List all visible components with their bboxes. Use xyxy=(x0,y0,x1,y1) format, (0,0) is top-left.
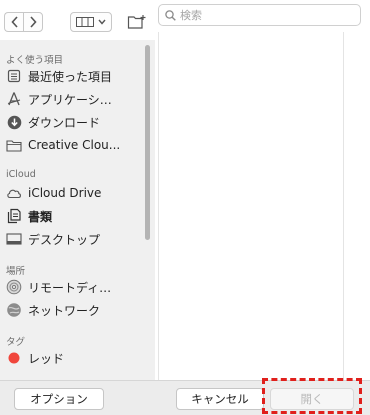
network-icon xyxy=(6,302,22,318)
chevron-down-icon xyxy=(98,19,106,25)
cloud-icon xyxy=(6,185,22,201)
red-tag-icon xyxy=(6,350,22,366)
open-button-highlight xyxy=(262,378,362,414)
desktop-icon xyxy=(6,231,22,247)
search-icon xyxy=(165,9,176,21)
folder-icon xyxy=(6,137,22,153)
browser-column-1[interactable] xyxy=(158,32,343,380)
new-folder-button[interactable] xyxy=(120,12,154,32)
remote-disc-icon xyxy=(6,279,22,295)
sidebar-item-network[interactable]: ネットワーク xyxy=(6,299,146,321)
forward-button[interactable] xyxy=(23,12,43,32)
chevron-right-icon xyxy=(30,16,37,28)
downloads-icon xyxy=(6,114,22,130)
section-tags-title: タグ xyxy=(6,337,26,348)
new-folder-icon xyxy=(127,15,146,29)
sidebar-item-creative-cloud[interactable]: Creative Clou... xyxy=(6,134,146,156)
browser-column-2[interactable] xyxy=(343,32,370,380)
documents-icon xyxy=(6,208,22,224)
file-open-dialog: 検索 よく使う項目 最近使った項目 アプリケーシ… ダウンロード Creativ… xyxy=(0,0,370,415)
columns-view-icon xyxy=(76,17,94,27)
sidebar-item-remote-disc[interactable]: リモートディ… xyxy=(6,276,146,298)
sidebar-item-desktop[interactable]: デスクトップ xyxy=(6,228,146,250)
toolbar xyxy=(0,0,155,40)
section-icloud-title: iCloud xyxy=(6,169,36,180)
sidebar-item-recents[interactable]: 最近使った項目 xyxy=(6,65,146,87)
sidebar-item-applications[interactable]: アプリケーシ… xyxy=(6,88,146,110)
sidebar-item-downloads[interactable]: ダウンロード xyxy=(6,111,146,133)
recents-icon xyxy=(6,68,22,84)
sidebar: よく使う項目 最近使った項目 アプリケーシ… ダウンロード Creative C… xyxy=(0,40,155,380)
chevron-left-icon xyxy=(10,16,18,28)
search-input[interactable]: 検索 xyxy=(158,4,361,26)
cancel-button[interactable]: キャンセル xyxy=(176,388,264,410)
sidebar-scrollbar[interactable] xyxy=(145,45,150,240)
options-button[interactable]: オプション xyxy=(14,388,104,410)
search-placeholder: 検索 xyxy=(180,9,202,22)
section-favorites-title: よく使う項目 xyxy=(6,55,64,66)
sidebar-item-documents[interactable]: 書類 xyxy=(6,205,146,227)
sidebar-item-tag-red[interactable]: レッド xyxy=(6,347,146,369)
section-locations-title: 場所 xyxy=(6,266,26,277)
view-mode-button[interactable] xyxy=(70,12,112,32)
applications-icon xyxy=(6,91,22,107)
back-button[interactable] xyxy=(4,12,24,32)
sidebar-item-icloud-drive[interactable]: iCloud Drive xyxy=(6,182,146,204)
